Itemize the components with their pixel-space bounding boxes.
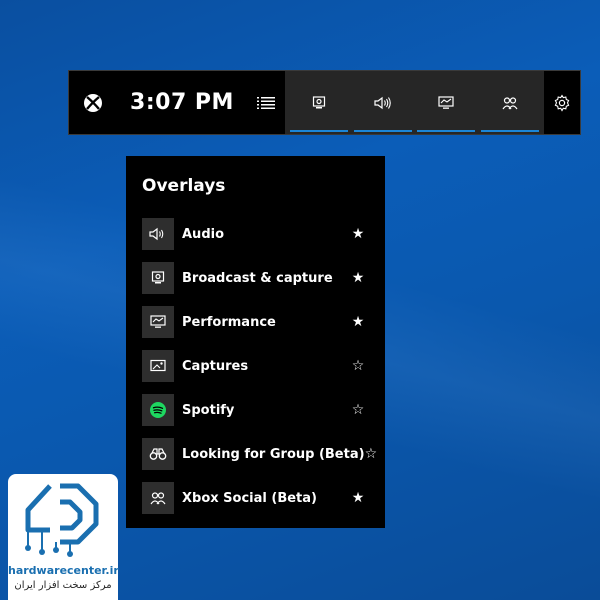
audio-icon <box>374 96 391 109</box>
overlay-item-spotify[interactable]: Spotify ☆ <box>142 394 369 426</box>
overlay-item-label: Performance <box>182 314 276 330</box>
xbox-logo-icon <box>84 93 102 112</box>
game-bar: 3:07 PM <box>68 70 581 135</box>
overlay-item-label: Captures <box>182 358 249 374</box>
overlay-item-label: Looking for Group (Beta) <box>182 446 365 462</box>
performance-widget-button[interactable] <box>417 71 476 134</box>
overlay-item-looking-for-group[interactable]: Looking for Group (Beta) ☆ <box>142 438 377 470</box>
xbox-logo-button[interactable] <box>69 71 117 134</box>
widget-menu-button[interactable] <box>247 71 285 134</box>
favorite-star-icon[interactable]: ★ <box>349 490 367 506</box>
overlay-item-label: Audio <box>182 226 225 242</box>
widget-toolbar <box>285 71 544 134</box>
xbox-social-icon <box>502 96 518 109</box>
favorite-star-outline-icon[interactable]: ☆ <box>349 358 367 374</box>
overlay-item-captures[interactable]: Captures ☆ <box>142 350 369 382</box>
broadcast-capture-icon <box>312 95 325 108</box>
overlay-item-label: Broadcast & capture <box>182 270 333 286</box>
favorite-star-icon[interactable]: ★ <box>349 226 367 242</box>
captures-icon <box>142 350 174 382</box>
favorite-star-outline-icon[interactable]: ☆ <box>365 446 378 462</box>
broadcast-capture-widget-button[interactable] <box>289 71 348 134</box>
favorite-star-icon[interactable]: ★ <box>349 314 367 330</box>
audio-widget-button[interactable] <box>353 71 412 134</box>
favorite-star-outline-icon[interactable]: ☆ <box>349 402 367 418</box>
overlay-item-xbox-social[interactable]: Xbox Social (Beta) ★ <box>142 482 369 514</box>
overlays-title: Overlays <box>142 176 226 196</box>
overlay-item-performance[interactable]: Performance ★ <box>142 306 369 338</box>
broadcast-capture-icon <box>142 262 174 294</box>
overlays-menu: Overlays Audio ★ Broadcast & capture ★ P… <box>126 156 385 528</box>
list-menu-icon <box>257 96 275 109</box>
favorite-star-icon[interactable]: ★ <box>349 270 367 286</box>
watermark-subtitle: مرکز سخت افزار ایران <box>14 580 112 591</box>
settings-button[interactable] <box>544 71 580 134</box>
gear-icon <box>554 93 570 112</box>
overlay-item-label: Spotify <box>182 402 235 418</box>
xbox-social-icon <box>142 482 174 514</box>
hardwarecenter-watermark: hardwarecenter.ir مرکز سخت افزار ایران <box>8 474 119 600</box>
performance-icon <box>438 95 454 109</box>
overlay-item-broadcast-capture[interactable]: Broadcast & capture ★ <box>142 262 369 294</box>
overlay-item-audio[interactable]: Audio ★ <box>142 218 369 250</box>
performance-icon <box>142 306 174 338</box>
overlay-item-label: Xbox Social (Beta) <box>182 490 317 506</box>
spotify-icon <box>142 394 174 426</box>
xbox-social-widget-button[interactable] <box>481 71 540 134</box>
clock: 3:07 PM <box>130 90 234 115</box>
watermark-site: hardwarecenter.ir <box>8 564 119 577</box>
audio-icon <box>142 218 174 250</box>
circuit-logo-icon <box>25 483 99 557</box>
binoculars-icon <box>142 438 174 470</box>
